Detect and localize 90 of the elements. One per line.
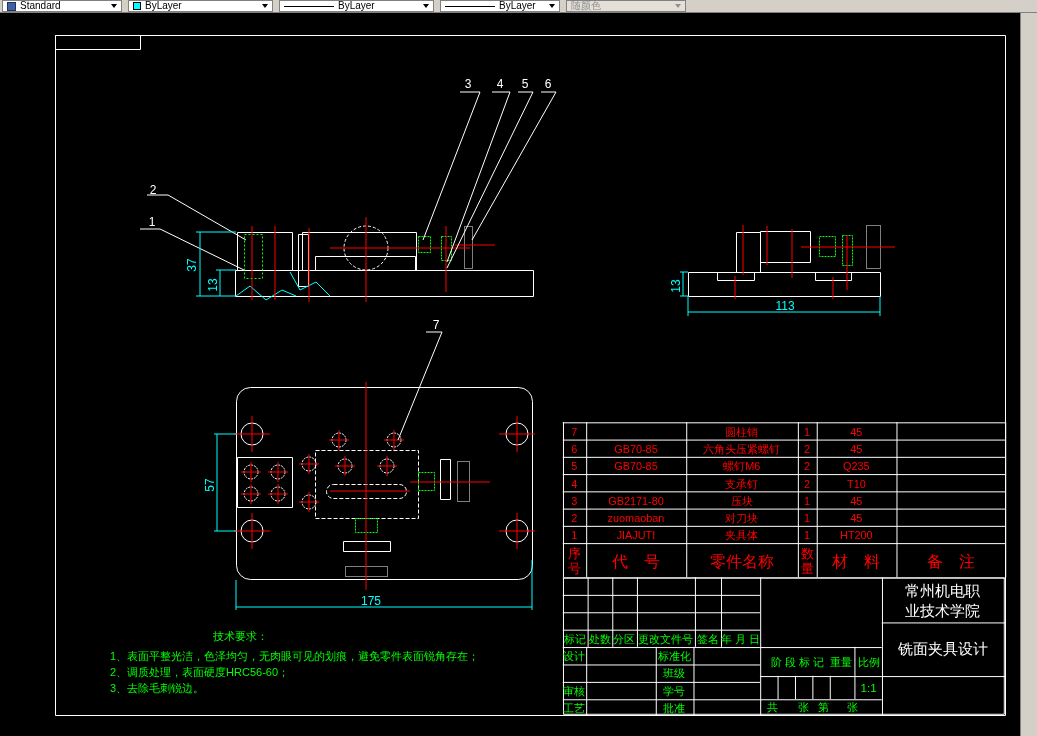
field-label: 分区 [613, 633, 636, 646]
table-cell: Q235 [843, 460, 870, 473]
table-cell: 2 [804, 443, 811, 456]
line-sample-icon [445, 5, 495, 7]
table-cell: 2 [571, 512, 578, 525]
table-cell: 夹具体 [725, 529, 759, 542]
table-cell: 1 [804, 494, 811, 507]
dropdown[interactable]: Standard [2, 0, 122, 12]
column-header: 材 料 [832, 553, 881, 571]
school-name: 常州机电职 [905, 583, 981, 600]
style-icon [7, 1, 16, 11]
table-cell: 1 [804, 512, 811, 525]
column-header: 序号 [567, 546, 581, 576]
table-cell: 4 [571, 477, 578, 490]
part-number: 6 [544, 77, 552, 91]
dimension-label: 57 [203, 478, 217, 492]
field-label: 标记 [564, 633, 587, 646]
table-cell: 45 [850, 443, 863, 456]
field-label: 班级 [663, 667, 686, 680]
field-label: 比例 [857, 655, 880, 668]
table-cell: 45 [850, 494, 863, 507]
table-cell: 1 [571, 529, 578, 542]
table-cell: 对刀块 [725, 512, 759, 525]
table-cell: GB70-85 [614, 443, 658, 456]
table-cell: 1 [804, 529, 811, 542]
part-number: 1 [148, 215, 156, 229]
dimension-label: 13 [669, 279, 683, 293]
field-label: 重量 [830, 655, 853, 668]
table-cell: 3 [571, 494, 578, 507]
color-swatch-icon [133, 2, 141, 10]
table-cell: zuomaoban [607, 512, 665, 525]
table-cell: GB70-85 [614, 460, 658, 473]
caret-icon [262, 4, 268, 8]
table-cell: 6 [571, 443, 578, 456]
vertical-scrollbar[interactable] [1020, 13, 1037, 736]
table-cell: 支承钉 [725, 477, 759, 490]
table-cell: JIAJUTI [616, 529, 656, 542]
part-number: 2 [149, 183, 157, 197]
field-label: 张 [847, 701, 859, 714]
table-cell: 螺钉M6 [723, 460, 761, 473]
column-header: 备 注 [926, 553, 975, 571]
table-cell: 六角头压紧螺钉 [703, 443, 781, 456]
field-label: 更改文件号 [638, 633, 694, 646]
table-cell: 5 [571, 460, 578, 473]
dropdown[interactable]: ByLayer [279, 0, 434, 12]
note-line: 1、表面平整光洁，色泽均匀，无肉眼可见的划痕，避免零件表面锐角存在； [110, 650, 480, 662]
column-header: 代 号 [611, 553, 660, 571]
dropdown[interactable]: ByLayer [128, 0, 273, 12]
part-number: 4 [496, 77, 504, 91]
table-cell: T10 [847, 477, 866, 490]
field-label: 第 [818, 701, 830, 714]
scale-value: 1:1 [860, 680, 877, 694]
part-number: 7 [432, 318, 440, 332]
notes-heading: 技术要求： [212, 630, 268, 642]
field-label: 处数 [588, 633, 611, 646]
table-cell: 45 [850, 425, 863, 438]
field-label: 张 [797, 701, 809, 714]
table-cell: 45 [850, 512, 863, 525]
field-label: 批准 [663, 702, 686, 715]
note-line: 2、调质处理，表面硬度HRC56-60； [110, 666, 290, 678]
table-cell: 2 [804, 477, 811, 490]
line-sample-icon [284, 5, 334, 7]
column-header: 数量 [800, 546, 814, 576]
part-number: 3 [464, 77, 472, 91]
field-label: 学号 [663, 684, 686, 697]
field-label: 阶 段 标 记 [771, 655, 825, 668]
drawing-title: 铣面夹具设计 [897, 641, 988, 658]
table-cell: HT200 [840, 529, 873, 542]
dimension-label: 113 [775, 299, 795, 313]
dropdown[interactable]: ByLayer [440, 0, 560, 12]
table-cell: 7 [571, 425, 578, 438]
school-name: 业技术学院 [905, 603, 981, 620]
table-cell: 圆柱销 [725, 425, 759, 438]
table-cell: 压块 [730, 494, 753, 507]
dimension-label: 13 [206, 278, 220, 292]
dimension-label: 175 [361, 594, 381, 608]
caret-icon [423, 4, 429, 8]
field-label: 标准化 [657, 649, 691, 662]
table-cell: 2 [804, 460, 811, 473]
part-number: 5 [521, 77, 529, 91]
field-label: 共 [767, 701, 779, 714]
column-header: 零件名称 [709, 553, 774, 571]
dimension-label: 37 [185, 258, 199, 272]
note-line: 3、去除毛刺锐边。 [110, 682, 205, 694]
caret-icon [111, 4, 117, 8]
field-label: 签名 [696, 633, 719, 646]
caret-icon [675, 4, 681, 8]
caret-icon [549, 4, 555, 8]
table-cell: GB2171-80 [608, 494, 664, 507]
table-cell: 1 [804, 425, 811, 438]
